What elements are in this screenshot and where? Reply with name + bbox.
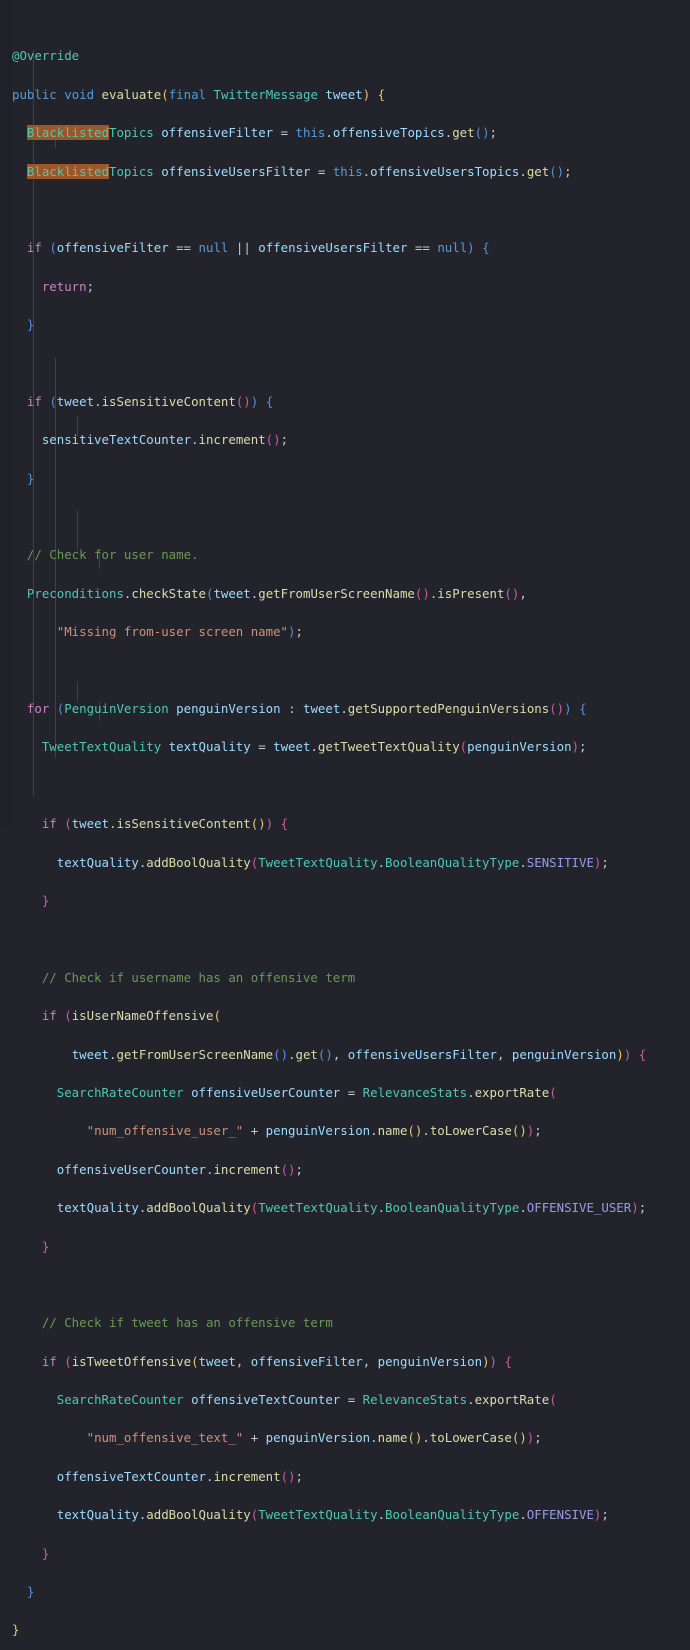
code-line: } xyxy=(41,1545,50,1561)
code-line: } xyxy=(41,1238,50,1254)
code-line: "num_offensive_text_" + penguinVersion.n… xyxy=(86,1430,542,1446)
code-line: "Missing from-user screen name"); xyxy=(56,624,303,640)
code-line: } xyxy=(26,470,35,486)
code-line: sensitiveTextCounter.increment(); xyxy=(41,432,289,448)
code-line: "num_offensive_user_" + penguinVersion.n… xyxy=(86,1123,542,1139)
code-line: BlacklistedTopics offensiveFilter = this… xyxy=(26,125,497,141)
code-line: if (isUserNameOffensive( xyxy=(41,1008,221,1024)
code-line: SearchRateCounter offensiveUserCounter =… xyxy=(56,1084,557,1100)
code-line: if (offensiveFilter == null || offensive… xyxy=(26,240,490,256)
code-line: SearchRateCounter offensiveTextCounter =… xyxy=(56,1392,557,1408)
code-line: return; xyxy=(41,278,95,294)
code-editor[interactable]: @Override public void evaluate(final Twi… xyxy=(0,0,690,1637)
code-line: // Check if tweet has an offensive term xyxy=(41,1315,333,1331)
code-line: BlacklistedTopics offensiveUsersFilter =… xyxy=(26,163,572,179)
code-line: if (tweet.isSensitiveContent()) { xyxy=(41,816,289,832)
code-line: // Check for user name. xyxy=(26,547,199,563)
code-line: @Override xyxy=(12,48,80,64)
code-line: tweet.getFromUserScreenName().get(), off… xyxy=(71,1046,647,1062)
code-line: textQuality.addBoolQuality(TweetTextQual… xyxy=(56,1507,609,1523)
code-line: textQuality.addBoolQuality(TweetTextQual… xyxy=(56,1200,647,1216)
code-line: offensiveUserCounter.increment(); xyxy=(56,1161,303,1177)
code-line: Preconditions.checkState(tweet.getFromUs… xyxy=(26,585,527,601)
code-line: offensiveTextCounter.increment(); xyxy=(56,1468,303,1484)
code-line: } xyxy=(26,317,35,333)
code-line: public void evaluate(final TwitterMessag… xyxy=(12,86,386,102)
code-line: if (isTweetOffensive(tweet, offensiveFil… xyxy=(41,1353,512,1369)
code-line: for (PenguinVersion penguinVersion : twe… xyxy=(26,701,587,717)
code-line: TweetTextQuality textQuality = tweet.get… xyxy=(41,739,587,755)
code-line: textQuality.addBoolQuality(TweetTextQual… xyxy=(56,854,609,870)
code-line: } xyxy=(26,1584,35,1600)
code-content[interactable]: @Override public void evaluate(final Twi… xyxy=(0,8,690,1650)
code-line: } xyxy=(12,1622,20,1638)
code-line: // Check if username has an offensive te… xyxy=(41,969,356,985)
code-line: } xyxy=(41,893,50,908)
code-line: if (tweet.isSensitiveContent()) { xyxy=(26,393,274,409)
